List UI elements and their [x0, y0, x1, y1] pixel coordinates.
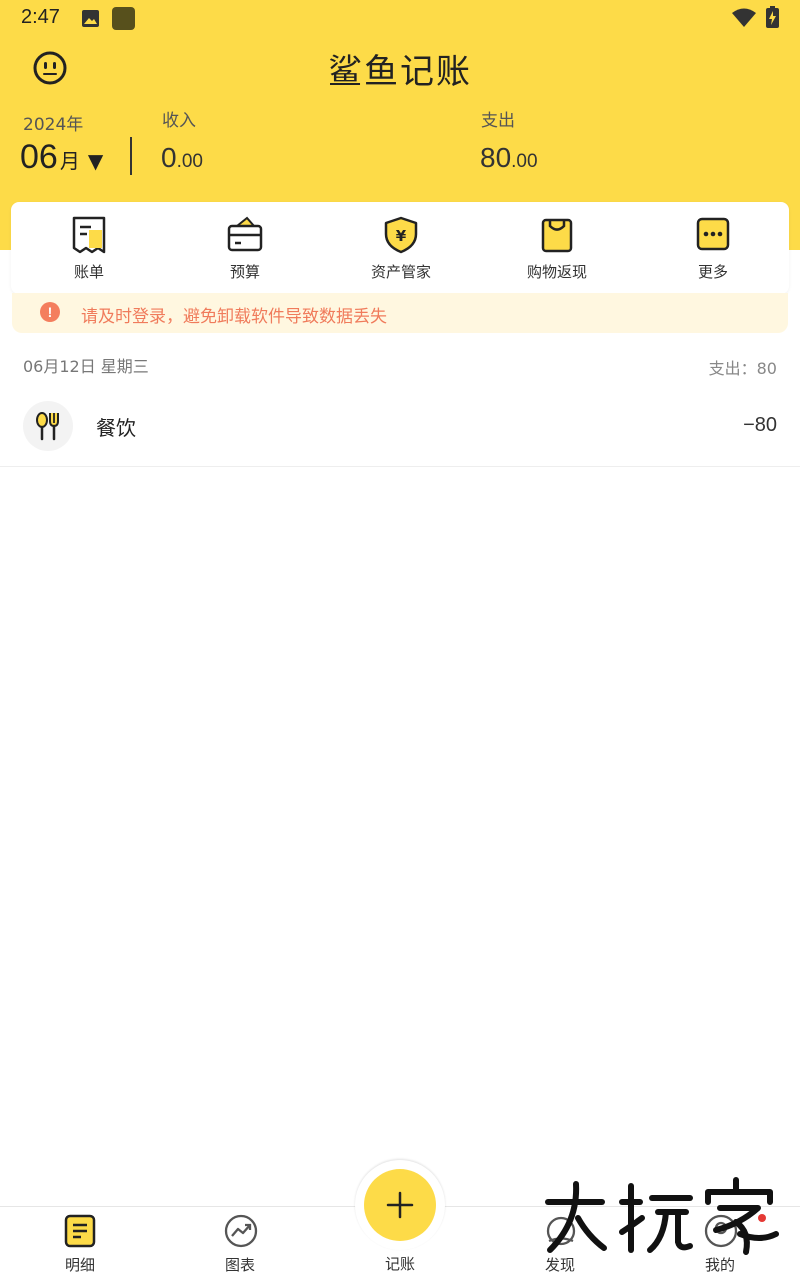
status-time: 2:47 — [21, 6, 60, 28]
nav-label: 图表 — [224, 1256, 255, 1274]
status-bar: 2:47 — [0, 0, 800, 36]
login-notice-banner[interactable]: ! 请及时登录，避免卸载软件导致数据丢失 — [12, 293, 788, 333]
image-notification-icon — [82, 10, 99, 27]
year-label: 2024年 — [23, 115, 84, 135]
tool-more[interactable]: 更多 — [635, 202, 791, 294]
income-label: 收入 — [162, 111, 196, 131]
svg-text:¥: ¥ — [396, 227, 407, 245]
nav-label: 记账 — [384, 1255, 415, 1273]
expense-label: 支出 — [481, 111, 515, 131]
expense-value: 80.00 — [480, 142, 538, 174]
detail-list-icon — [64, 1214, 96, 1248]
battery-charging-icon — [766, 6, 779, 28]
tool-label: 账单 — [73, 263, 104, 281]
header-divider — [130, 137, 132, 175]
wifi-icon — [732, 8, 756, 27]
add-record-button[interactable] — [364, 1169, 436, 1241]
day-expense-total: 支出：80 — [708, 359, 777, 378]
quick-tools: 账单 预算 ¥ 资产管家 购物返现 更多 — [11, 202, 789, 294]
app-notification-icon — [112, 7, 135, 30]
more-dots-icon — [696, 217, 730, 251]
shopping-bag-icon — [541, 218, 573, 253]
watermark-logo — [545, 1177, 779, 1255]
record-category: 餐饮 — [96, 416, 136, 440]
month-number: 06 — [20, 138, 58, 176]
nav-detail[interactable]: 明细 — [0, 1207, 160, 1281]
notice-text: 请及时登录，避免卸载软件导致数据丢失 — [81, 307, 387, 327]
income-integer: 0 — [161, 142, 177, 173]
caret-down-icon: ▼ — [87, 149, 104, 173]
expense-integer: 80 — [480, 142, 512, 173]
income-decimal: .00 — [176, 151, 203, 172]
tool-budget[interactable]: 预算 — [167, 202, 323, 294]
tool-label: 更多 — [697, 263, 728, 281]
tool-bill[interactable]: 账单 — [11, 202, 167, 294]
month-selector[interactable]: 06 月 ▼ — [20, 138, 103, 177]
alert-icon: ! — [40, 302, 60, 322]
tool-asset-manager[interactable]: ¥ 资产管家 — [323, 202, 479, 294]
list-item[interactable]: 餐饮 −80 — [0, 390, 800, 467]
tool-label: 预算 — [229, 263, 260, 281]
asset-shield-icon: ¥ — [384, 216, 418, 254]
tool-label: 购物返现 — [526, 263, 587, 281]
budget-wallet-icon — [227, 216, 263, 252]
chart-trend-icon — [224, 1214, 258, 1248]
expense-decimal: .00 — [511, 151, 538, 172]
tool-shopping-cashback[interactable]: 购物返现 — [479, 202, 635, 294]
dining-fork-spoon-icon — [23, 401, 73, 451]
record-amount: −80 — [743, 414, 777, 436]
nav-chart[interactable]: 图表 — [160, 1207, 320, 1281]
income-value: 0.00 — [161, 142, 203, 174]
day-date: 06月12日 星期三 — [23, 357, 149, 376]
add-plus-icon — [386, 1191, 414, 1219]
nav-label: 明细 — [64, 1256, 95, 1274]
month-unit: 月 — [59, 149, 80, 173]
tool-label: 资产管家 — [370, 263, 431, 281]
bill-icon — [72, 216, 106, 254]
app-title: 鲨鱼记账 — [328, 52, 472, 92]
